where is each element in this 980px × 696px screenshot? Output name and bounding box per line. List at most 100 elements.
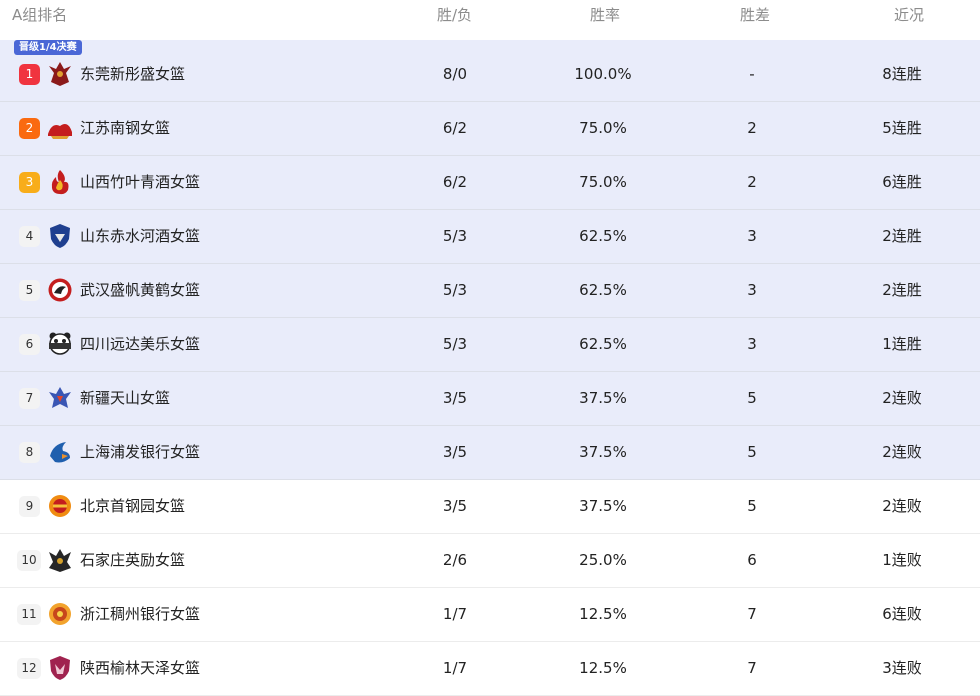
team-name[interactable]: 陕西榆林天泽女篮: [80, 658, 200, 678]
recent-form-value: 6连胜: [882, 173, 922, 191]
rank-badge: 1: [19, 64, 40, 85]
win-loss-value: 2/6: [442, 551, 468, 569]
recent-form-value: 5连胜: [882, 119, 922, 137]
team-name[interactable]: 石家庄英励女篮: [80, 550, 185, 570]
games-behind-value: 2: [747, 119, 757, 137]
games-behind-value: 3: [747, 335, 757, 353]
games-behind-value: 3: [747, 227, 757, 245]
win-pct-value: 75.0%: [579, 119, 627, 137]
games-behind-value: 3: [747, 281, 757, 299]
recent-form-value: 2连胜: [882, 281, 922, 299]
win-loss-value: 8/0: [442, 65, 468, 83]
standings-rows: 1 东莞新彤盛女篮 8/0 100.0% - 8连胜 2 江苏南钢女篮 6/2 75.0% 2 5连胜…: [0, 48, 980, 696]
table-row[interactable]: 9 北京首钢园女篮 3/5 37.5% 5 2连败: [0, 480, 980, 534]
rank-badge: 6: [19, 334, 40, 355]
rank-badge: 9: [19, 496, 40, 517]
table-row[interactable]: 12 陕西榆林天泽女篮 1/7 12.5% 7 3连败: [0, 642, 980, 696]
games-behind-value: 7: [747, 605, 757, 623]
standings-table: A组排名 胜/负 胜率 胜差 近况 晋级1/4决赛 1 东莞新彤盛女篮 8/0 100…: [0, 0, 980, 696]
recent-form-value: 1连胜: [882, 335, 922, 353]
team-name[interactable]: 四川远达美乐女篮: [80, 334, 200, 354]
table-row[interactable]: 6 四川远达美乐女篮 5/3 62.5% 3 1连胜: [0, 318, 980, 372]
win-loss-value: 3/5: [442, 497, 468, 515]
header-games-behind[interactable]: 胜差: [740, 5, 770, 25]
shark-logo-icon[interactable]: [47, 438, 73, 466]
recent-form-value: 2连败: [882, 389, 922, 407]
table-row[interactable]: 1 东莞新彤盛女篮 8/0 100.0% - 8连胜: [0, 48, 980, 102]
table-row[interactable]: 10 石家庄英励女篮 2/6 25.0% 6 1连败: [0, 534, 980, 588]
rank-badge: 11: [17, 604, 41, 625]
team-name[interactable]: 武汉盛帆黄鹤女篮: [80, 280, 200, 300]
rank-badge: 4: [19, 226, 40, 247]
win-loss-value: 1/7: [442, 659, 468, 677]
team-name[interactable]: 浙江稠州银行女篮: [80, 604, 200, 624]
rank-badge: 12: [17, 658, 41, 679]
rank-badge: 8: [19, 442, 40, 463]
flame-logo-icon[interactable]: [47, 168, 73, 196]
rank-badge: 2: [19, 118, 40, 139]
win-loss-value: 6/2: [442, 173, 468, 191]
wolf-logo-icon[interactable]: [47, 654, 73, 682]
header-rank[interactable]: A组排名: [12, 5, 67, 25]
eagle-logo-icon[interactable]: [47, 384, 73, 412]
win-pct-value: 62.5%: [579, 281, 627, 299]
recent-form-value: 3连败: [882, 659, 922, 677]
crane-logo-icon[interactable]: [47, 276, 73, 304]
win-loss-value: 3/5: [442, 389, 468, 407]
table-row[interactable]: 5 武汉盛帆黄鹤女篮 5/3 62.5% 3 2连胜: [0, 264, 980, 318]
phoenix-logo-icon[interactable]: [47, 60, 73, 88]
lion-logo-icon[interactable]: [47, 600, 73, 628]
rank-badge: 5: [19, 280, 40, 301]
shield-logo-icon[interactable]: [47, 222, 73, 250]
recent-form-value: 2连败: [882, 443, 922, 461]
games-behind-value: 2: [747, 173, 757, 191]
win-pct-value: 75.0%: [579, 173, 627, 191]
table-row[interactable]: 11 浙江稠州银行女篮 1/7 12.5% 7 6连败: [0, 588, 980, 642]
rank-badge: 10: [17, 550, 41, 571]
win-pct-value: 62.5%: [579, 335, 627, 353]
win-loss-value: 6/2: [442, 119, 468, 137]
recent-form-value: 6连败: [882, 605, 922, 623]
header-win-pct[interactable]: 胜率: [590, 5, 620, 25]
recent-form-value: 2连败: [882, 497, 922, 515]
team-name[interactable]: 东莞新彤盛女篮: [80, 64, 185, 84]
header-recent[interactable]: 近况: [894, 5, 924, 25]
win-loss-value: 3/5: [442, 443, 468, 461]
win-pct-value: 25.0%: [579, 551, 627, 569]
win-loss-value: 5/3: [442, 227, 468, 245]
win-pct-value: 12.5%: [579, 659, 627, 677]
team-name[interactable]: 北京首钢园女篮: [80, 496, 185, 516]
table-row[interactable]: 7 新疆天山女篮 3/5 37.5% 5 2连败: [0, 372, 980, 426]
recent-form-value: 1连败: [882, 551, 922, 569]
win-pct-value: 37.5%: [579, 443, 627, 461]
team-name[interactable]: 上海浦发银行女篮: [80, 442, 200, 462]
games-behind-value: -: [749, 65, 755, 83]
horse-logo-icon[interactable]: [47, 546, 73, 574]
team-name[interactable]: 山东赤水河酒女篮: [80, 226, 200, 246]
win-pct-value: 62.5%: [579, 227, 627, 245]
table-row[interactable]: 4 山东赤水河酒女篮 5/3 62.5% 3 2连胜: [0, 210, 980, 264]
panda-logo-icon[interactable]: [47, 330, 73, 358]
team-name[interactable]: 新疆天山女篮: [80, 388, 170, 408]
recent-form-value: 8连胜: [882, 65, 922, 83]
dragon-logo-icon[interactable]: [47, 114, 73, 142]
games-behind-value: 6: [747, 551, 757, 569]
games-behind-value: 5: [747, 389, 757, 407]
table-row[interactable]: 3 山西竹叶青酒女篮 6/2 75.0% 2 6连胜: [0, 156, 980, 210]
table-row[interactable]: 2 江苏南钢女篮 6/2 75.0% 2 5连胜: [0, 102, 980, 156]
win-pct-value: 37.5%: [579, 497, 627, 515]
ducks-logo-icon[interactable]: [47, 492, 73, 520]
table-header: A组排名 胜/负 胜率 胜差 近况: [0, 0, 980, 40]
recent-form-value: 2连胜: [882, 227, 922, 245]
win-loss-value: 1/7: [442, 605, 468, 623]
team-name[interactable]: 江苏南钢女篮: [80, 118, 170, 138]
rank-badge: 3: [19, 172, 40, 193]
win-pct-value: 100.0%: [574, 65, 632, 83]
win-pct-value: 12.5%: [579, 605, 627, 623]
team-name[interactable]: 山西竹叶青酒女篮: [80, 172, 200, 192]
header-win-loss[interactable]: 胜/负: [437, 5, 472, 25]
games-behind-value: 5: [747, 497, 757, 515]
table-row[interactable]: 8 上海浦发银行女篮 3/5 37.5% 5 2连败: [0, 426, 980, 480]
rank-badge: 7: [19, 388, 40, 409]
win-loss-value: 5/3: [442, 335, 468, 353]
